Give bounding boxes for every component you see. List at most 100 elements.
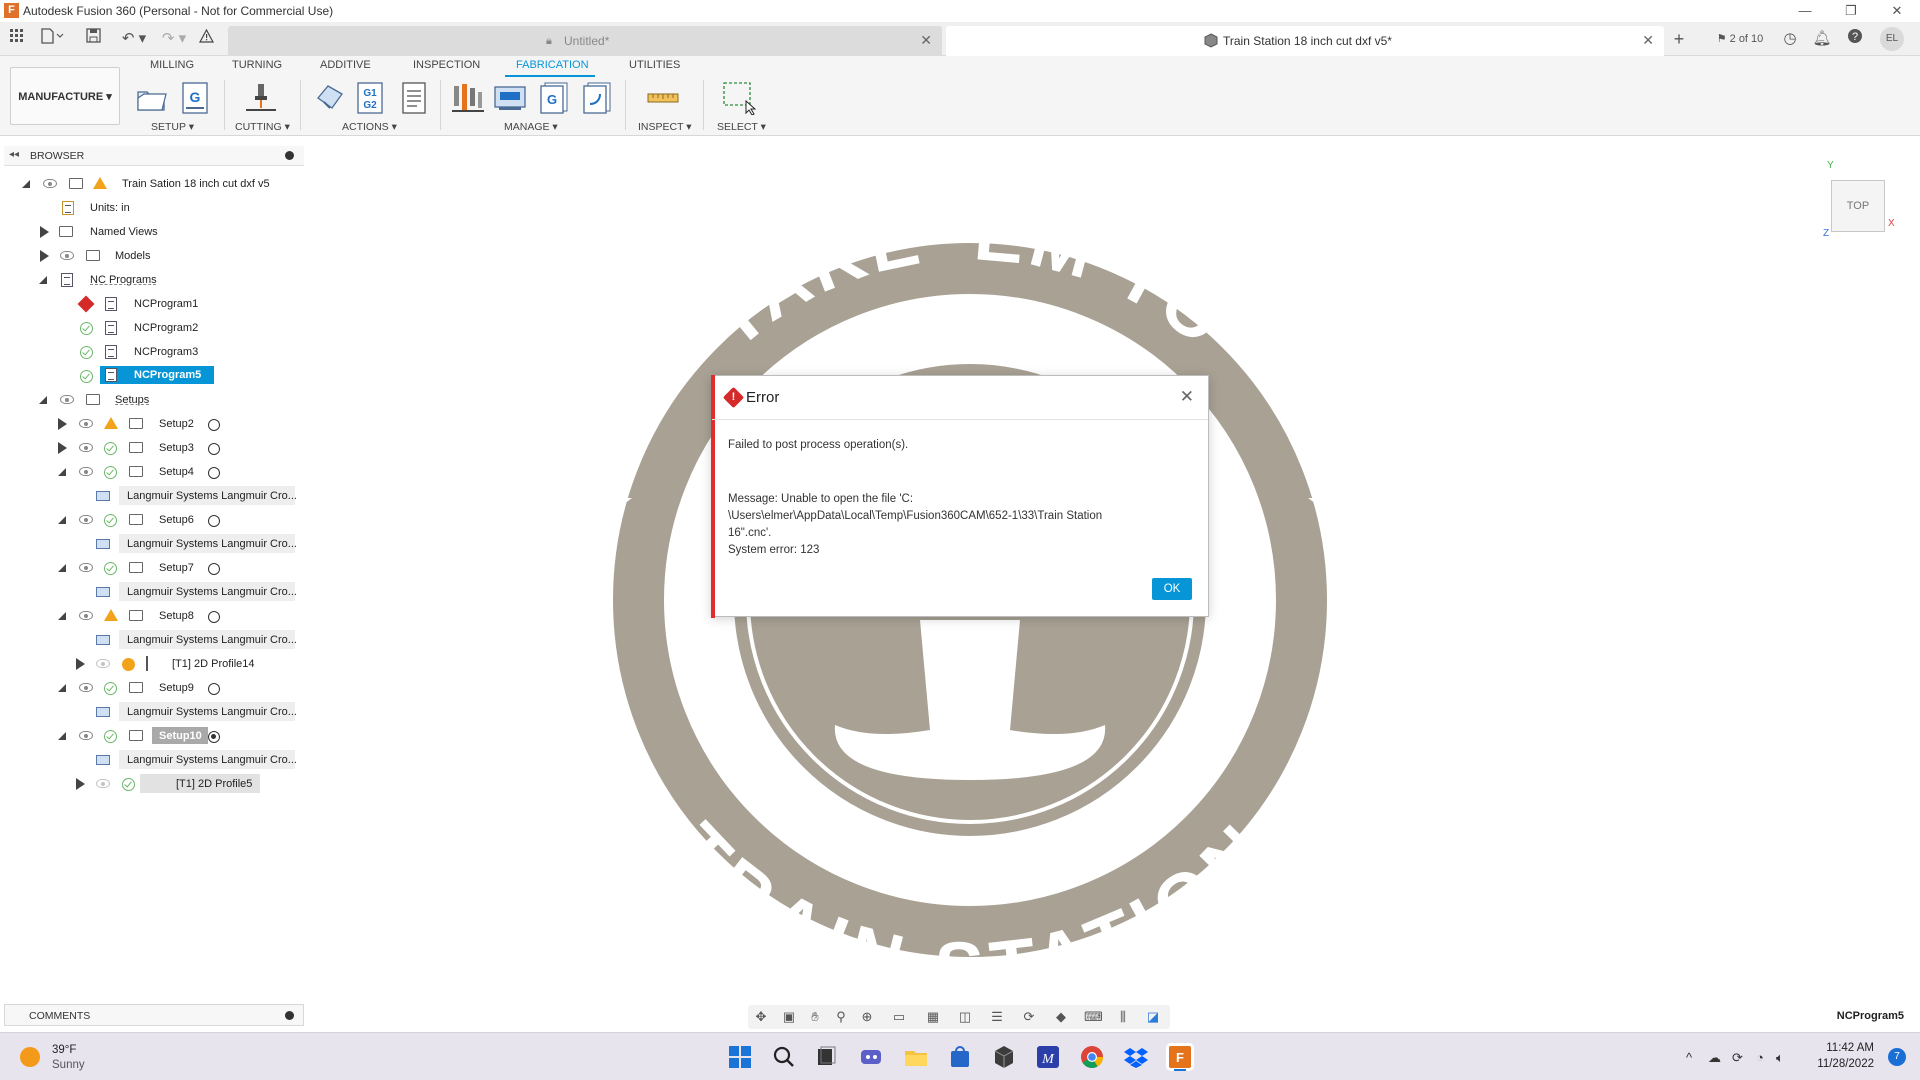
camera-icon[interactable]: ⌨	[1084, 1009, 1103, 1025]
app-grid-icon[interactable]	[8, 28, 26, 50]
collapse-icon[interactable]	[58, 684, 66, 692]
dropbox-icon[interactable]	[1122, 1043, 1150, 1071]
simulate-icon[interactable]	[313, 81, 347, 115]
tree-ncprogram3[interactable]: NCProgram3	[78, 341, 278, 363]
close-window-button[interactable]: ✕	[1874, 0, 1920, 22]
tab-milling[interactable]: MILLING	[150, 59, 194, 71]
tree-machine[interactable]: Langmuir Systems Langmuir Cro...	[90, 533, 300, 555]
setup-radio[interactable]	[208, 611, 220, 623]
window-select-icon[interactable]	[722, 81, 756, 115]
expand-icon[interactable]	[58, 418, 67, 430]
visibility-icon[interactable]	[79, 443, 93, 452]
tab-inspection[interactable]: INSPECTION	[413, 59, 480, 71]
tab-additive[interactable]: ADDITIVE	[320, 59, 371, 71]
tab-untitled[interactable]: 🔒︎ Untitled* ✕	[228, 26, 942, 56]
tree-setup[interactable]: Setup6	[56, 509, 246, 531]
post-library-icon[interactable]: G	[537, 81, 571, 115]
tree-machine[interactable]: Langmuir Systems Langmuir Cro...	[90, 749, 300, 771]
visibility-icon[interactable]	[60, 251, 74, 260]
comments-panel[interactable]: COMMENTS	[4, 1004, 304, 1026]
restore-button[interactable]: ❐	[1828, 0, 1874, 22]
tab-train-station[interactable]: Train Station 18 inch cut dxf v5* ✕	[946, 26, 1664, 56]
tree-setup[interactable]: Setup2	[56, 413, 246, 435]
tab-turning[interactable]: TURNING	[232, 59, 282, 71]
setup-radio[interactable]	[208, 563, 220, 575]
visibility-icon[interactable]	[60, 395, 74, 404]
notifications-icon[interactable]: 🔔︎	[1812, 28, 1832, 50]
zoom-icon[interactable]: ⚲	[832, 1009, 850, 1025]
collapse-icon[interactable]	[58, 516, 66, 524]
chrome-icon[interactable]	[1078, 1043, 1106, 1071]
expand-icon[interactable]	[58, 442, 67, 454]
visibility-icon[interactable]	[79, 611, 93, 620]
template-library-icon[interactable]	[580, 81, 614, 115]
save-icon[interactable]	[84, 28, 102, 50]
grid-icon[interactable]: ▦	[924, 1009, 942, 1025]
new-tab-button[interactable]: +	[1668, 28, 1690, 50]
tree-setup[interactable]: Setup4	[56, 461, 246, 483]
tree-machine[interactable]: Langmuir Systems Langmuir Cro...	[90, 485, 300, 507]
tree-root[interactable]: Train Sation 18 inch cut dxf v5	[20, 173, 280, 195]
tree-setup[interactable]: Setup8	[56, 605, 246, 627]
group-select[interactable]: SELECT ▾	[717, 121, 766, 133]
group-cutting[interactable]: CUTTING ▾	[235, 121, 290, 133]
notification-badge[interactable]: 7	[1888, 1048, 1906, 1066]
expand-icon[interactable]	[76, 778, 85, 790]
setup-radio[interactable]	[208, 467, 220, 479]
undo-icon[interactable]: ↶ ▾	[118, 28, 150, 50]
redo-icon[interactable]: ↷ ▾	[158, 28, 190, 50]
warning-icon[interactable]	[197, 28, 215, 50]
tree-ncprogram2[interactable]: NCProgram2	[78, 317, 278, 339]
visibility-icon[interactable]	[79, 419, 93, 428]
tree-units[interactable]: Units: in	[56, 197, 256, 219]
visibility-icon[interactable]	[96, 779, 110, 788]
onedrive-icon[interactable]: ☁	[1708, 1050, 1721, 1066]
collapse-icon[interactable]	[58, 732, 66, 740]
visibility-icon[interactable]	[79, 731, 93, 740]
post-process-icon[interactable]: G1 G2	[353, 81, 387, 115]
setup-sheet-icon[interactable]	[397, 81, 431, 115]
task-view-icon[interactable]	[812, 1043, 840, 1071]
new-setup-icon[interactable]	[135, 81, 169, 115]
collapse-browser-icon[interactable]: ◂◂	[9, 149, 19, 160]
tab-fabrication[interactable]: FABRICATION	[516, 59, 589, 71]
workspace-switcher[interactable]: MANUFACTURE ▾	[10, 67, 120, 125]
group-actions[interactable]: ACTIONS ▾	[342, 121, 397, 133]
shape-icon[interactable]: ◆	[1052, 1009, 1070, 1025]
search-icon[interactable]	[770, 1043, 798, 1071]
store-icon[interactable]	[946, 1043, 974, 1071]
cube-app-icon[interactable]	[990, 1043, 1018, 1071]
nc-program-icon[interactable]: G	[178, 81, 212, 115]
tree-machine[interactable]: Langmuir Systems Langmuir Cro...	[90, 581, 300, 603]
tool-display-icon[interactable]: ⫼	[1114, 1009, 1132, 1025]
visibility-icon[interactable]	[96, 659, 110, 668]
collapse-icon[interactable]	[58, 468, 66, 476]
collapse-icon[interactable]	[58, 612, 66, 620]
tree-operation[interactable]: [T1] 2D Profile5	[72, 773, 272, 795]
expand-icon[interactable]	[40, 226, 49, 238]
ok-button[interactable]: OK	[1152, 578, 1192, 600]
close-tab-icon[interactable]: ✕	[1642, 32, 1654, 49]
tree-operation[interactable]: [T1] 2D Profile14	[72, 653, 272, 675]
visibility-icon[interactable]	[43, 179, 57, 188]
minimize-button[interactable]: —	[1782, 0, 1828, 22]
collapse-icon[interactable]	[58, 564, 66, 572]
fusion360-taskbar-icon[interactable]: F	[1166, 1043, 1194, 1071]
math-app-icon[interactable]: M	[1034, 1043, 1062, 1071]
visibility-icon[interactable]	[79, 563, 93, 572]
viewports-icon[interactable]: ◫	[956, 1009, 974, 1025]
tree-setup[interactable]: Setup10	[56, 725, 246, 747]
tree-nc-programs[interactable]: NC Programs	[36, 269, 236, 291]
active-setup-radio[interactable]	[208, 731, 220, 743]
wifi-icon[interactable]: ◔	[1756, 1050, 1764, 1065]
machine-library-icon[interactable]	[493, 81, 527, 115]
tree-setup[interactable]: Setup9	[56, 677, 246, 699]
visibility-icon[interactable]	[79, 515, 93, 524]
weather-temperature[interactable]: 39°F	[52, 1044, 76, 1056]
tree-machine[interactable]: Langmuir Systems Langmuir Cro...	[90, 701, 300, 723]
group-setup[interactable]: SETUP ▾	[151, 121, 194, 133]
setup-radio[interactable]	[208, 443, 220, 455]
simulation-display-icon[interactable]: ◪	[1144, 1009, 1162, 1025]
tab-utilities[interactable]: UTILITIES	[629, 59, 680, 71]
tree-models[interactable]: Models	[36, 245, 236, 267]
